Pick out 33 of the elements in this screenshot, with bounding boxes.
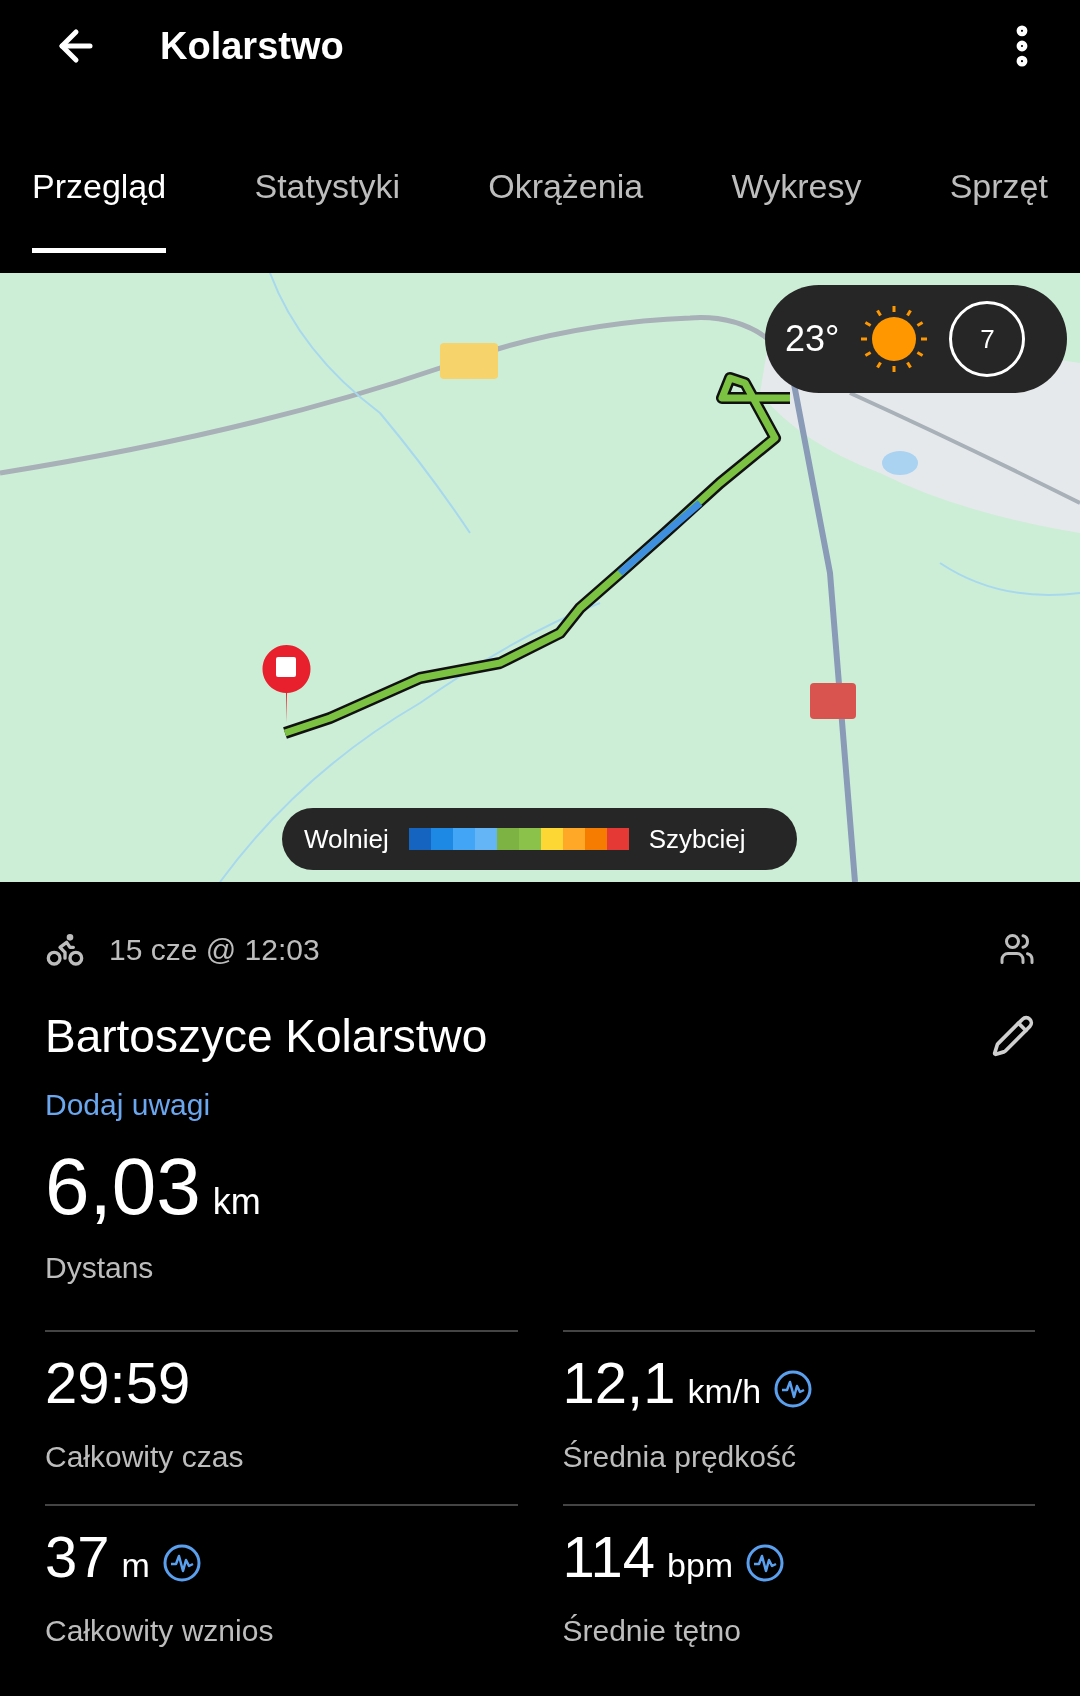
- weather-badge[interactable]: 23° 7: [765, 285, 1067, 393]
- legend-label: Wolniej: [304, 822, 389, 856]
- stat-value: 114: [562, 1528, 655, 1586]
- tab[interactable]: Okrążenia: [488, 153, 644, 253]
- wind-indicator: 7: [949, 301, 1026, 377]
- chart-icon[interactable]: [773, 1369, 814, 1409]
- legend-label: Szybciej: [648, 822, 746, 856]
- chart-icon[interactable]: [161, 1543, 202, 1583]
- temperature: 23°: [785, 317, 840, 361]
- tab[interactable]: Wykresy: [731, 153, 862, 253]
- stat-label: Całkowity wznios: [45, 1613, 275, 1649]
- distance-value: 6,03: [45, 1147, 201, 1227]
- tab[interactable]: Statystyki: [254, 153, 400, 253]
- screen-title: Kolarstwo: [160, 23, 344, 69]
- group-icon[interactable]: [999, 931, 1035, 967]
- chart-icon[interactable]: [745, 1543, 786, 1583]
- stat-label: Średnie tętno: [562, 1613, 742, 1649]
- activity-date: 15 cze @ 12:03: [109, 931, 320, 968]
- tab[interactable]: Sprzęt: [949, 153, 1048, 253]
- stat-value: 12,1: [562, 1354, 676, 1412]
- stat-label: Całkowity czas: [45, 1439, 245, 1475]
- stat-value: 29:59: [45, 1354, 191, 1412]
- stat-value: 37: [45, 1528, 110, 1586]
- distance-label: Dystans: [45, 1250, 155, 1286]
- distance-unit: km: [212, 1180, 261, 1224]
- stat-label: Średnia prędkość: [562, 1439, 797, 1475]
- edit-icon[interactable]: [991, 1014, 1035, 1058]
- add-notes-link[interactable]: Dodaj uwagi: [45, 1082, 211, 1127]
- activity-title: Bartoszyce Kolarstwo: [45, 1008, 488, 1064]
- tab[interactable]: Przegląd: [32, 153, 167, 253]
- stat-unit: km/h: [687, 1371, 762, 1412]
- stat-unit: m: [121, 1545, 150, 1586]
- stat-unit: bpm: [666, 1545, 734, 1586]
